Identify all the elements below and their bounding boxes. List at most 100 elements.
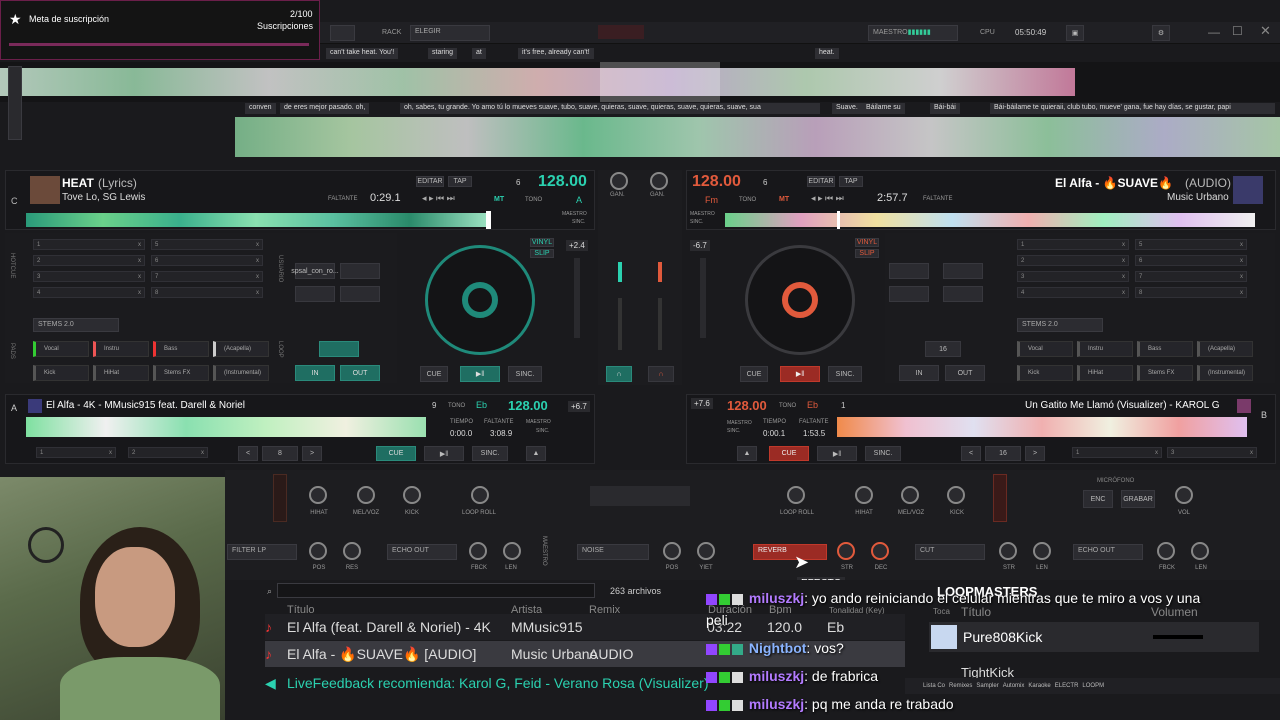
settings-icon[interactable]: ⚙ — [1152, 25, 1170, 41]
loop-out-button[interactable]: OUT — [945, 365, 985, 381]
loop-slot[interactable] — [340, 286, 380, 302]
hotcue-slot[interactable]: 7x — [1135, 271, 1247, 282]
headphone-c-icon[interactable]: ∩ — [606, 366, 632, 382]
loop-roll-knob[interactable] — [787, 486, 805, 504]
pitch-slider[interactable] — [574, 258, 580, 338]
loop-slot[interactable] — [295, 286, 335, 302]
edit-button[interactable]: EDITAR — [416, 176, 444, 187]
loop-slot[interactable] — [943, 286, 983, 302]
search-icon[interactable]: ⌕ — [267, 586, 272, 597]
stem-pad[interactable]: (Instrumental) — [213, 365, 269, 381]
hotcue-slot[interactable]: 6x — [151, 255, 263, 266]
headphone-d-icon[interactable]: ∩ — [648, 366, 674, 382]
maximize-icon[interactable]: ☐ — [1232, 24, 1243, 38]
sync-button[interactable]: SINC. — [828, 366, 862, 382]
rack-select[interactable]: ELEGIR — [410, 25, 490, 41]
stem-pad[interactable]: HiHat — [93, 365, 149, 381]
play-button[interactable]: ▶‖ — [424, 446, 464, 461]
pitch-slider[interactable] — [700, 258, 706, 338]
loop-length[interactable]: 16 — [925, 341, 961, 357]
slot[interactable]: 2x — [128, 447, 208, 458]
yiet-knob[interactable] — [697, 542, 715, 560]
kick-knob[interactable] — [947, 486, 965, 504]
loop-length[interactable] — [319, 341, 359, 357]
cue-button[interactable]: CUE — [420, 366, 448, 382]
hotcue-slot[interactable]: 7x — [151, 271, 263, 282]
play-button[interactable]: ▶‖ — [817, 446, 857, 461]
hotcue-slot[interactable]: 3x — [1017, 271, 1129, 282]
slip-button[interactable]: SLIP — [855, 249, 879, 258]
hotcue-slot[interactable]: 2x — [33, 255, 145, 266]
stem-pad[interactable]: Vocal — [33, 341, 89, 357]
melvoz-knob[interactable] — [901, 486, 919, 504]
zoom-slider[interactable] — [8, 66, 22, 140]
vinyl-button[interactable]: VINYL — [530, 238, 554, 247]
stem-pad[interactable]: HiHat — [1077, 365, 1133, 381]
pos-knob[interactable] — [309, 542, 327, 560]
hotcue-slot[interactable]: 5x — [151, 239, 263, 250]
pos-knob[interactable] — [663, 542, 681, 560]
loop-roll-knob[interactable] — [471, 486, 489, 504]
hotcue-slot[interactable]: 4x — [1017, 287, 1129, 298]
noise-select[interactable]: NOISE — [577, 544, 649, 560]
str-knob[interactable] — [837, 542, 855, 560]
record-icon[interactable]: ▣ — [1066, 25, 1084, 41]
stems-select[interactable]: STEMS 2.0 — [33, 318, 119, 332]
len-knob[interactable] — [1191, 542, 1209, 560]
stems-select[interactable]: STEMS 2.0 — [1017, 318, 1103, 332]
cue-button[interactable]: CUE — [376, 446, 416, 461]
stem-pad[interactable]: Kick — [1017, 365, 1073, 381]
hotcue-slot[interactable]: 1x — [1017, 239, 1129, 250]
kick-knob[interactable] — [403, 486, 421, 504]
eject-icon[interactable]: ▲ — [737, 446, 757, 461]
sync-button[interactable]: SINC. — [865, 446, 901, 461]
grabar-button[interactable]: GRABAR — [1121, 490, 1155, 508]
hihat-knob[interactable] — [855, 486, 873, 504]
hotcue-slot[interactable]: 6x — [1135, 255, 1247, 266]
tap-button[interactable]: TAP — [448, 176, 472, 187]
echo-select[interactable]: ECHO OUT — [1073, 544, 1143, 560]
search-input[interactable] — [277, 583, 595, 598]
loop-slot[interactable]: spsal_con_ro... — [291, 263, 339, 279]
volume-fader-right[interactable] — [658, 298, 662, 350]
fbck-knob[interactable] — [469, 542, 487, 560]
loop-next[interactable]: > — [1025, 446, 1045, 461]
hotcue-slot[interactable]: 1x — [33, 239, 145, 250]
play-button[interactable]: ▶‖ — [780, 366, 820, 382]
len-knob[interactable] — [1033, 542, 1051, 560]
gain-knob[interactable] — [650, 172, 668, 190]
stem-pad[interactable]: Stems FX — [153, 365, 209, 381]
stem-pad[interactable]: Kick — [33, 365, 89, 381]
hotcue-slot[interactable]: 3x — [33, 271, 145, 282]
reverb-select[interactable]: REVERB — [753, 544, 827, 560]
sync-button[interactable]: SINC. — [508, 366, 542, 382]
filter-select[interactable]: FILTER LP — [227, 544, 297, 560]
enc-button[interactable]: ENC — [1083, 490, 1113, 508]
mic-vol-knob[interactable] — [1175, 486, 1193, 504]
loop-length[interactable]: 16 — [985, 446, 1021, 461]
loop-in-button[interactable]: IN — [295, 365, 335, 381]
loop-in-button[interactable]: IN — [899, 365, 939, 381]
stem-pad[interactable]: (Acapella) — [213, 341, 269, 357]
play-button[interactable]: ▶‖ — [460, 366, 500, 382]
top-dropdown[interactable] — [330, 25, 355, 41]
len-knob[interactable] — [503, 542, 521, 560]
slot[interactable]: 1x — [36, 447, 116, 458]
loop-slot[interactable] — [340, 263, 380, 279]
stem-pad[interactable]: Vocal — [1017, 341, 1073, 357]
hotcue-slot[interactable]: 8x — [151, 287, 263, 298]
cue-button[interactable]: CUE — [740, 366, 768, 382]
transport-icons[interactable]: ◂ ▸ ⏮ ⏭ — [811, 193, 844, 204]
hihat-knob[interactable] — [309, 486, 327, 504]
res-knob[interactable] — [343, 542, 361, 560]
slot[interactable]: 1x — [1072, 447, 1162, 458]
stem-pad[interactable]: (Instrumental) — [1197, 365, 1253, 381]
dec-knob[interactable] — [871, 542, 889, 560]
str-knob[interactable] — [999, 542, 1017, 560]
edit-button[interactable]: EDITAR — [807, 176, 835, 187]
minimize-icon[interactable]: — — [1208, 25, 1220, 39]
volume-fader-left[interactable] — [618, 298, 622, 350]
loop-out-button[interactable]: OUT — [340, 365, 380, 381]
close-icon[interactable]: ✕ — [1260, 23, 1271, 39]
loop-slot[interactable] — [889, 286, 929, 302]
